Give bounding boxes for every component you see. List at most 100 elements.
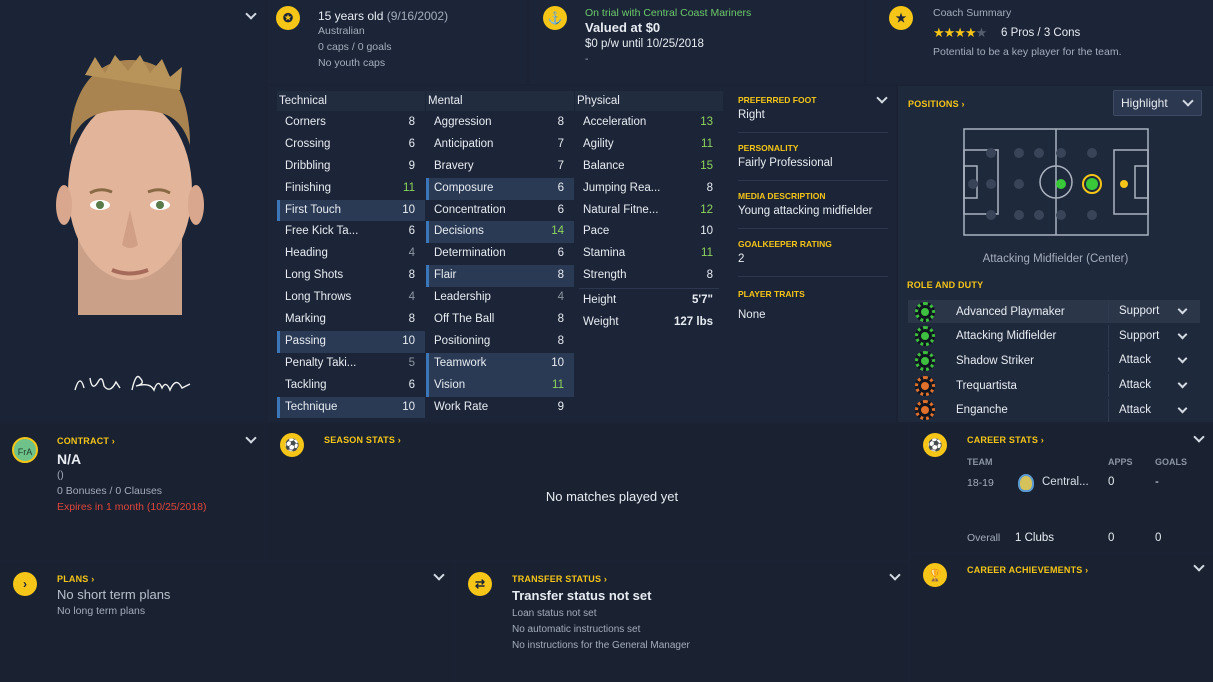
technical-attribute-row[interactable]: First Touch 10	[277, 199, 425, 222]
technical-attribute-row[interactable]: Long Throws 4	[277, 287, 425, 309]
mental-attribute-value: 6	[557, 203, 564, 216]
mental-attribute-value: 8	[557, 313, 564, 326]
role-suitability-icon	[915, 326, 935, 347]
role-row[interactable]: Attacking Midfielder Support	[908, 324, 1200, 348]
physical-attribute-name: Pace	[583, 225, 610, 238]
mental-attribute-row[interactable]: Aggression 8	[426, 112, 574, 134]
plans-chevron-down-icon[interactable]	[433, 569, 445, 581]
mental-attribute-value: 8	[557, 269, 564, 282]
technical-attribute-value: 8	[408, 313, 415, 326]
career-overall-label: Overall	[967, 532, 1001, 544]
mental-attribute-value: 11	[552, 378, 564, 391]
mental-attribute-name: Teamwork	[434, 356, 487, 369]
career-club-link[interactable]: Central...	[1042, 476, 1089, 488]
contract-chevron-down-icon[interactable]	[245, 432, 257, 444]
achievements-panel: 🏆 Career Achievements ›	[910, 554, 1213, 682]
technical-attribute-row[interactable]: Tackling 6	[277, 375, 425, 397]
player-nationality: Australian	[318, 25, 365, 37]
mental-attribute-row[interactable]: Leadership 4	[426, 287, 574, 309]
mental-attribute-row[interactable]: Vision 11	[426, 374, 574, 397]
chevron-down-icon	[1177, 304, 1188, 315]
role-row[interactable]: Enganche Attack	[908, 398, 1200, 422]
physical-attribute-value: 15	[700, 159, 713, 172]
portrait-chevron-down-icon[interactable]	[245, 8, 257, 20]
technical-attribute-row[interactable]: Crossing 6	[277, 134, 425, 156]
technical-attribute-row[interactable]: Heading 4	[277, 243, 425, 265]
technical-attribute-name: Long Shots	[285, 269, 344, 282]
technical-attribute-row[interactable]: Finishing 11	[277, 178, 425, 200]
contract-title[interactable]: Contract ›	[57, 436, 115, 446]
mental-attribute-row[interactable]: Composure 6	[426, 177, 574, 200]
technical-attribute-name: Dribbling	[285, 159, 331, 172]
duty-dropdown[interactable]: Support	[1108, 324, 1200, 348]
technical-column: Technical Corners 8 Crossing 6 Dribbling 9 Fin…	[277, 91, 425, 419]
transfer-title[interactable]: Transfer Status ›	[512, 574, 607, 584]
media-description: Media Description Young attacking midfie…	[738, 191, 888, 217]
mental-attribute-row[interactable]: Anticipation 7	[426, 134, 574, 156]
career-stats-title[interactable]: Career Stats ›	[967, 435, 1044, 445]
technical-attribute-row[interactable]: Marking 8	[277, 309, 425, 331]
physical-attribute-row[interactable]: Balance 15	[575, 156, 723, 178]
technical-attribute-row[interactable]: Long Shots 8	[277, 265, 425, 287]
career-overall-goals: 0	[1155, 532, 1162, 544]
mental-attribute-name: Aggression	[434, 116, 492, 128]
technical-attribute-row[interactable]: Passing 10	[277, 330, 425, 353]
role-suitability-icon	[915, 400, 935, 421]
mental-attribute-row[interactable]: Work Rate 9	[426, 397, 574, 419]
physical-attribute-row[interactable]: Agility 11	[575, 134, 723, 156]
duty-dropdown[interactable]: Attack	[1108, 374, 1200, 398]
mental-attribute-row[interactable]: Decisions 14	[426, 221, 574, 244]
technical-attribute-row[interactable]: Technique 10	[277, 396, 425, 419]
duty-dropdown[interactable]: Support	[1108, 300, 1200, 323]
technical-attribute-row[interactable]: Corners 8	[277, 112, 425, 134]
mental-attribute-row[interactable]: Concentration 6	[426, 200, 574, 222]
technical-attribute-row[interactable]: Dribbling 9	[277, 156, 425, 178]
media-description-label: Media Description	[738, 191, 826, 201]
height-row: Height 5'7"	[575, 290, 723, 312]
technical-attribute-value: 10	[402, 334, 415, 347]
weight-label: Weight	[583, 316, 619, 328]
role-row[interactable]: Trequartista Attack	[908, 374, 1200, 398]
mental-attribute-row[interactable]: Bravery 7	[426, 156, 574, 178]
media-description-value: Young attacking midfielder	[738, 205, 873, 217]
mental-attribute-value: 7	[557, 137, 564, 150]
career-row: 18-19 Central... 0 -	[910, 474, 1213, 494]
duty-label: Attack	[1119, 354, 1151, 367]
technical-attribute-name: Free Kick Ta...	[285, 225, 359, 238]
mental-attribute-row[interactable]: Positioning 8	[426, 331, 574, 353]
season-stats-title[interactable]: Season Stats ›	[324, 435, 401, 445]
mental-attribute-value: 9	[557, 400, 564, 413]
technical-attribute-row[interactable]: Free Kick Ta... 6	[277, 221, 425, 243]
duty-dropdown[interactable]: Attack	[1108, 349, 1200, 373]
role-row[interactable]: Advanced Playmaker Support	[908, 300, 1200, 323]
duty-dropdown[interactable]: Attack	[1108, 398, 1200, 422]
role-suitability-icon	[915, 375, 935, 396]
technical-attribute-value: 6	[408, 137, 415, 150]
technical-attribute-row[interactable]: Penalty Taki... 5	[277, 353, 425, 375]
mental-attribute-name: Positioning	[434, 334, 491, 347]
role-name: Trequartista	[956, 379, 1017, 392]
physical-attribute-row[interactable]: Jumping Rea... 8	[575, 178, 723, 200]
mental-attribute-row[interactable]: Teamwork 10	[426, 352, 574, 375]
mental-attribute-row[interactable]: Flair 8	[426, 265, 574, 288]
physical-attribute-row[interactable]: Natural Fitne... 12	[575, 200, 723, 222]
positions-title[interactable]: Positions ›	[908, 99, 965, 109]
mental-attribute-row[interactable]: Off The Ball 8	[426, 309, 574, 331]
contract-badge: FrA	[12, 437, 38, 463]
achievements-title[interactable]: Career Achievements ›	[967, 565, 1088, 575]
trial-status[interactable]: On trial with Central Coast Mariners	[585, 7, 751, 19]
physical-attribute-row[interactable]: Acceleration 13	[575, 112, 723, 134]
career-stats-chevron-down-icon[interactable]	[1193, 431, 1205, 443]
plans-title[interactable]: Plans ›	[57, 574, 94, 584]
role-row[interactable]: Shadow Striker Attack	[908, 349, 1200, 373]
duty-label: Attack	[1119, 403, 1151, 416]
transfer-chevron-down-icon[interactable]	[889, 569, 901, 581]
mental-attribute-row[interactable]: Determination 6	[426, 243, 574, 265]
physical-attribute-row[interactable]: Strength 8	[575, 265, 723, 287]
physical-attribute-name: Acceleration	[583, 116, 647, 128]
achievements-chevron-down-icon[interactable]	[1193, 560, 1205, 572]
highlight-dropdown[interactable]: Highlight	[1113, 90, 1202, 116]
physical-attribute-row[interactable]: Pace 10	[575, 221, 723, 243]
player-youth-caps: No youth caps	[318, 57, 386, 69]
physical-attribute-row[interactable]: Stamina 11	[575, 243, 723, 265]
